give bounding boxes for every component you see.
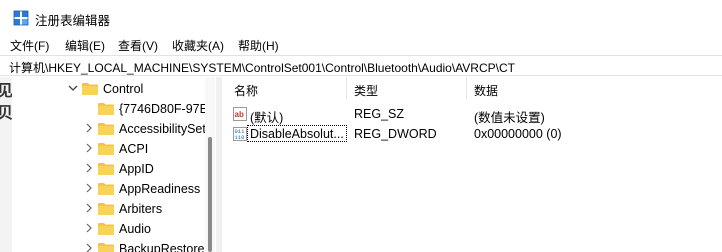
tree-item[interactable]: Audio	[12, 219, 212, 239]
tree-item[interactable]: Arbiters	[12, 199, 212, 219]
address-path[interactable]: 计算机\HKEY_LOCAL_MACHINE\SYSTEM\ControlSet…	[9, 59, 515, 76]
tree-item-label: BackupRestore	[119, 242, 205, 252]
tree-item[interactable]: {7746D80F-97E	[12, 99, 212, 119]
dword-value-icon: 011 110	[233, 127, 247, 141]
tree-item[interactable]: AppReadiness	[12, 179, 212, 199]
column-header-name[interactable]: 名称	[234, 82, 258, 99]
menu-favorites[interactable]: 收藏夹(A)	[172, 37, 224, 54]
folder-icon	[82, 83, 98, 95]
tree-item-label: AppReadiness	[119, 182, 201, 196]
chevron-right-icon[interactable]	[84, 182, 94, 194]
chevron-right-icon[interactable]	[84, 122, 94, 134]
tree-item[interactable]: ACPI	[12, 139, 212, 159]
list-row[interactable]: 011 110 DisableAbsolut... REG_DWORD 0x00…	[222, 124, 722, 144]
tree-item[interactable]: AppID	[12, 159, 212, 179]
tree-item-label: Arbiters	[119, 202, 163, 216]
svg-text:110: 110	[235, 134, 245, 141]
values-list[interactable]: 名称 类型 数据 ab (默认) REG_SZ (数值未设置) 011 110 …	[222, 77, 722, 252]
background-glyph: 贝	[0, 105, 12, 122]
tree-item[interactable]: BackupRestore	[12, 239, 212, 252]
chevron-right-icon[interactable]	[84, 162, 94, 174]
column-divider[interactable]	[346, 77, 347, 99]
scrollbar-thumb[interactable]	[208, 137, 212, 252]
folder-icon	[98, 243, 114, 252]
folder-icon	[98, 183, 114, 195]
value-type: REG_SZ	[354, 107, 405, 121]
tree-item-label: AccessibilitySet	[119, 122, 206, 136]
folder-icon	[98, 203, 114, 215]
folder-icon	[98, 163, 114, 175]
tree-item-control[interactable]: Control	[12, 79, 212, 99]
tree-item-label: {7746D80F-97E	[119, 102, 208, 116]
folder-icon	[98, 223, 114, 235]
title-bar: 注册表编辑器	[0, 0, 722, 34]
value-name: DisableAbsolut...	[250, 127, 344, 141]
svg-text:ab: ab	[235, 110, 244, 119]
background-window-edge: 见 贝	[0, 77, 12, 252]
chevron-down-icon[interactable]	[68, 82, 78, 94]
column-divider[interactable]	[466, 77, 467, 99]
column-header-type[interactable]: 类型	[354, 82, 378, 99]
chevron-right-icon[interactable]	[84, 202, 94, 214]
folder-icon	[98, 103, 114, 115]
menu-edit[interactable]: 编辑(E)	[65, 37, 105, 54]
menu-view[interactable]: 查看(V)	[118, 37, 158, 54]
tree-item-label: AppID	[119, 162, 154, 176]
tree-scrollbar[interactable]	[205, 77, 215, 252]
chevron-right-icon[interactable]	[84, 242, 94, 252]
chevron-right-icon[interactable]	[84, 222, 94, 234]
regedit-icon	[13, 10, 29, 26]
menu-file[interactable]: 文件(F)	[10, 37, 49, 54]
window-title: 注册表编辑器	[35, 14, 111, 28]
list-row[interactable]: ab (默认) REG_SZ (数值未设置)	[222, 104, 722, 125]
background-glyph: 见	[0, 83, 12, 100]
value-data: 0x00000000 (0)	[474, 127, 562, 141]
key-tree[interactable]: Control {7746D80F-97E AccessibilitySet A…	[12, 77, 215, 252]
address-bar[interactable]: 计算机\HKEY_LOCAL_MACHINE\SYSTEM\ControlSet…	[0, 55, 722, 76]
chevron-right-icon[interactable]	[84, 142, 94, 154]
string-value-icon: ab	[233, 107, 247, 121]
tree-item-label: Control	[103, 82, 144, 96]
folder-icon	[98, 143, 114, 155]
menu-bar: 文件(F) 编辑(E) 查看(V) 收藏夹(A) 帮助(H)	[0, 34, 722, 54]
tree-item[interactable]: AccessibilitySet	[12, 119, 212, 139]
tree-item-label: ACPI	[119, 142, 149, 156]
column-header-data[interactable]: 数据	[474, 82, 498, 99]
menu-help[interactable]: 帮助(H)	[238, 37, 279, 54]
folder-icon	[98, 123, 114, 135]
value-type: REG_DWORD	[354, 127, 437, 141]
tree-item-label: Audio	[119, 222, 151, 236]
